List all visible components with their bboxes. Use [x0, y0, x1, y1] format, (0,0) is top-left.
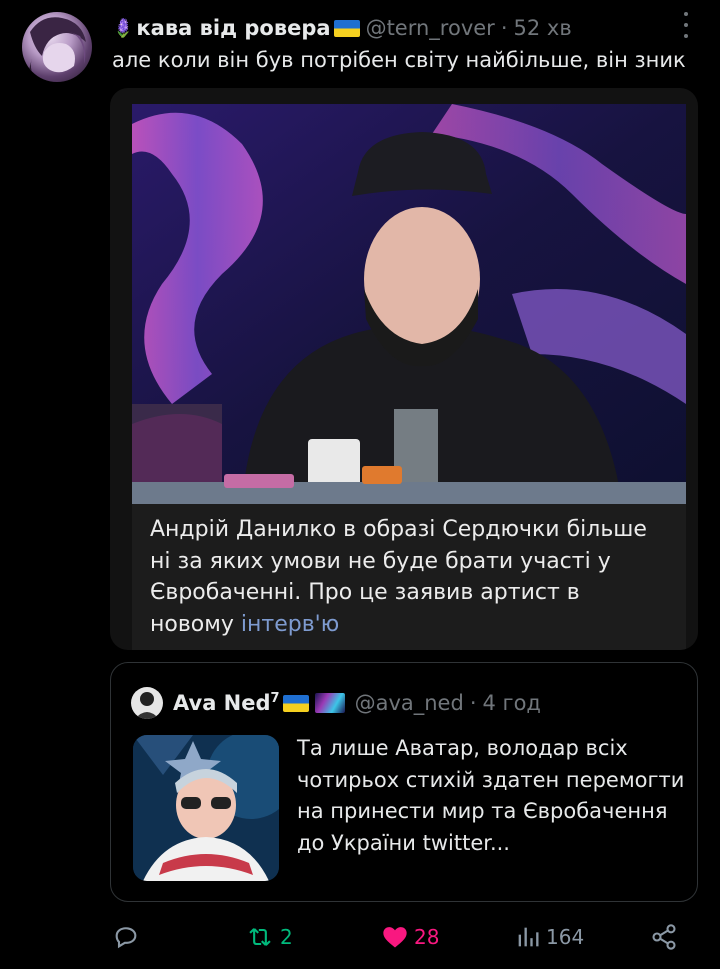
caption-link[interactable]: інтерв'ю [241, 612, 339, 637]
quote-avatar[interactable] [131, 687, 163, 719]
separator-dot: · [500, 16, 508, 40]
tweet-text: але коли він був потрібен світу найбільш… [112, 48, 686, 72]
retweet-button[interactable]: 2 [244, 922, 293, 952]
quote-author-name[interactable]: Ava Ned7 [173, 691, 280, 715]
quote-thumbnail[interactable] [133, 735, 279, 881]
more-options-icon[interactable] [680, 12, 692, 38]
tweet-header: 🪻 кава від ровера @tern_rover · 52 хв [112, 12, 700, 44]
action-bar: 2 28 164 [0, 912, 720, 964]
quote-name-sup: 7 [270, 691, 280, 706]
quote-author-handle[interactable]: @ava_ned [355, 691, 464, 715]
caption-text: Андрій Данилко в образі Сердючки більше … [150, 517, 647, 637]
like-count: 28 [414, 925, 440, 949]
photo [132, 104, 686, 504]
hyacinth-emoji-icon: 🪻 [112, 17, 135, 39]
milky-way-emoji-icon [314, 693, 345, 713]
media-image[interactable]: Андрій Данилко в образі Сердючки більше … [132, 104, 686, 650]
tweet-time[interactable]: 52 хв [514, 16, 572, 40]
heart-icon [383, 927, 407, 948]
retweet-icon [249, 928, 271, 946]
author-handle[interactable]: @tern_rover [366, 16, 495, 40]
media-caption: Андрій Данилко в образі Сердючки більше … [150, 514, 670, 640]
quote-text: Та лише Аватар, володар всіх чотирьох ст… [297, 736, 685, 855]
views-count: 164 [546, 925, 585, 949]
quoted-tweet[interactable]: Ava Ned7 @ava_ned · 4 год Та лише Аватар… [110, 662, 698, 902]
share-icon [652, 924, 676, 950]
views-button[interactable]: 164 [514, 922, 584, 952]
ukraine-flag-icon [282, 694, 309, 712]
quote-time[interactable]: 4 год [483, 691, 541, 715]
share-button[interactable] [650, 922, 678, 952]
ukraine-flag-icon [333, 19, 360, 37]
like-button[interactable]: 28 [380, 922, 439, 952]
separator-dot: · [469, 691, 477, 715]
quote-header: Ava Ned7 @ava_ned · 4 год [131, 687, 541, 719]
author-avatar[interactable] [22, 12, 92, 82]
reply-button[interactable] [112, 922, 140, 952]
retweet-count: 2 [280, 925, 293, 949]
views-icon [518, 927, 539, 947]
reply-icon [115, 927, 137, 949]
author-name[interactable]: кава від ровера [136, 16, 330, 40]
media-card[interactable]: Андрій Данилко в образі Сердючки більше … [110, 88, 698, 650]
quote-name-text: Ava Ned [173, 691, 271, 715]
